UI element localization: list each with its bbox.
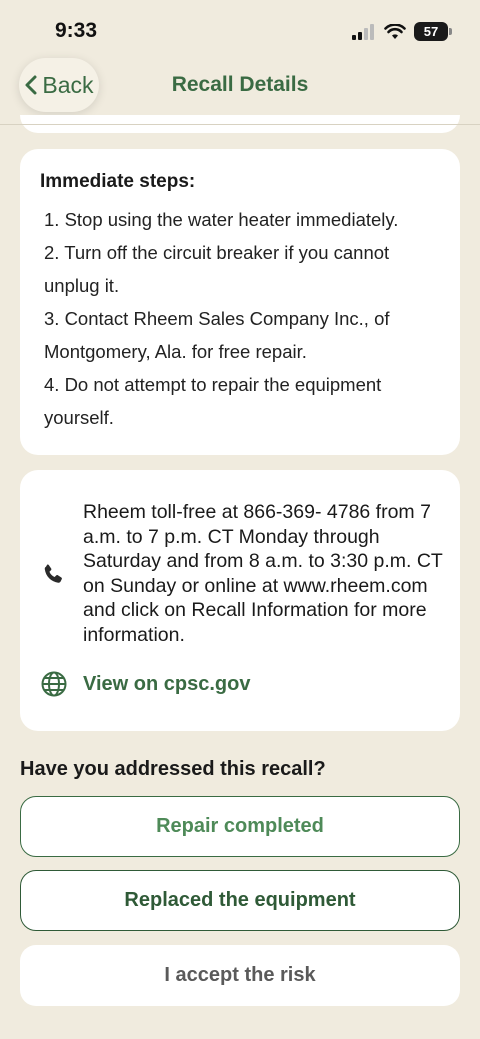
steps-heading: Immediate steps: — [40, 171, 196, 192]
immediate-steps-card: Immediate steps: 1. Stop using the water… — [20, 149, 460, 455]
replaced-equipment-button[interactable]: Replaced the equipment — [20, 870, 460, 931]
accept-risk-button[interactable]: I accept the risk — [20, 945, 460, 1006]
wifi-icon — [384, 23, 406, 39]
contact-line: information. — [83, 623, 185, 646]
list-item: 1. Stop using the water heater immediate… — [44, 209, 399, 230]
view-on-cpsc-link[interactable]: View on cpsc.gov — [83, 673, 250, 696]
steps-list: 1. Stop using the water heater immediate… — [40, 203, 440, 434]
status-time: 9:33 — [55, 19, 98, 42]
page-title: Recall Details — [171, 73, 309, 96]
battery-icon: 57 — [414, 22, 452, 41]
list-item: unplug it. — [44, 275, 120, 296]
list-item: Montgomery, Ala. for free repair. — [44, 341, 307, 362]
status-icons: 57 — [352, 22, 452, 41]
repair-completed-button[interactable]: Repair completed — [20, 796, 460, 857]
status-bar: 9:33 57 — [0, 0, 480, 60]
repair-completed-label: Repair completed — [156, 815, 324, 837]
accept-risk-label: I accept the risk — [164, 964, 316, 986]
nav-bar: Back Recall Details — [0, 56, 480, 124]
battery-level: 57 — [423, 24, 439, 39]
phone-icon — [44, 564, 62, 583]
contact-line: on Sunday or online at www.rheem.com — [83, 574, 428, 597]
contact-line: and click on Recall Information for more — [83, 599, 427, 621]
contact-card: Rheem toll-free at 866-369- 4786 from 7 … — [20, 470, 460, 731]
list-item: yourself. — [44, 407, 114, 428]
replaced-equipment-label: Replaced the equipment — [124, 889, 356, 911]
list-item: 3. Contact Rheem Sales Company Inc., of — [44, 308, 390, 329]
cellular-signal-icon — [352, 23, 374, 40]
nav-divider — [0, 124, 480, 125]
contact-text: Rheem toll-free at 866-369- 4786 from 7 … — [83, 500, 480, 647]
contact-line: a.m. to 7 p.m. CT Monday through — [83, 525, 380, 548]
list-item: 4. Do not attempt to repair the equipmen… — [44, 374, 382, 395]
contact-line: Saturday and from 8 a.m. to 3:30 p.m. CT — [83, 550, 443, 572]
list-item: 2. Turn off the circuit breaker if you c… — [44, 242, 390, 263]
contact-line: Rheem toll-free at 866-369- 4786 from 7 — [83, 501, 431, 523]
resolution-question: Have you addressed this recall? — [20, 758, 326, 780]
globe-icon — [41, 671, 67, 697]
